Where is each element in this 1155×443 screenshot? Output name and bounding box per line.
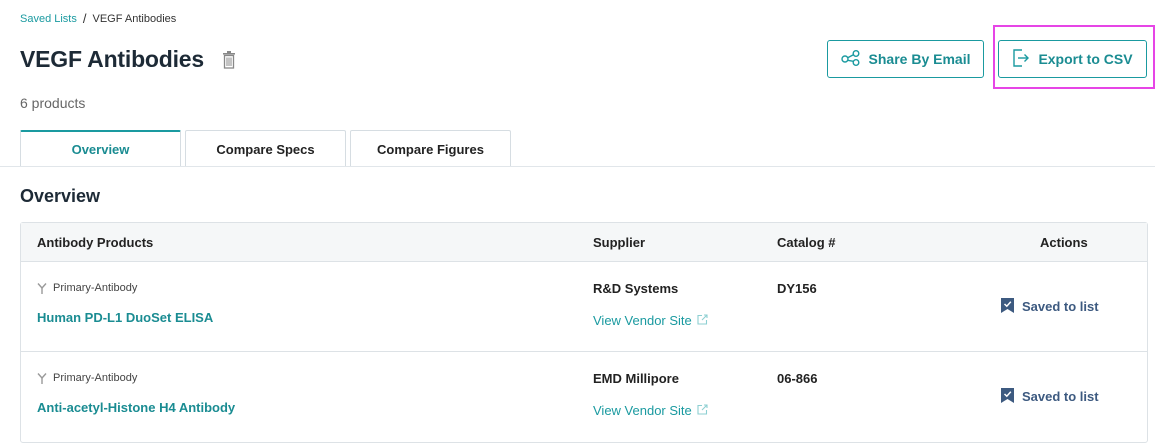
product-link[interactable]: Human PD-L1 DuoSet ELISA <box>37 310 213 325</box>
share-icon <box>840 49 861 69</box>
saved-to-list-button[interactable]: Saved to list <box>1001 297 1099 316</box>
antibody-icon <box>37 372 47 384</box>
breadcrumb-separator: / <box>82 11 87 26</box>
share-by-email-button[interactable]: Share By Email <box>827 40 984 78</box>
share-by-email-label: Share By Email <box>868 51 971 67</box>
highlight-box <box>993 25 1155 89</box>
page-title: VEGF Antibodies <box>20 46 204 72</box>
header-actions: Actions <box>1040 235 1088 250</box>
view-vendor-site-link[interactable]: View Vendor Site <box>593 313 708 328</box>
saved-to-list-button[interactable]: Saved to list <box>1001 387 1099 406</box>
catalog-number: DY156 <box>777 281 817 296</box>
products-table: Antibody Products Supplier Catalog # Act… <box>20 222 1148 443</box>
saved-to-list-label: Saved to list <box>1022 389 1099 404</box>
breadcrumb-current: VEGF Antibodies <box>92 12 177 25</box>
tab-compare-specs[interactable]: Compare Specs <box>185 130 346 167</box>
supplier-name: R&D Systems <box>593 281 679 296</box>
table-header: Antibody Products Supplier Catalog # Act… <box>21 223 1147 262</box>
table-row: Primary-Antibody Human PD-L1 DuoSet ELIS… <box>21 262 1147 352</box>
view-vendor-site-label: View Vendor Site <box>593 313 692 328</box>
catalog-number: 06-866 <box>777 371 818 386</box>
table-row: Primary-Antibody Anti-acetyl-Histone H4 … <box>21 352 1147 442</box>
tab-overview[interactable]: Overview <box>20 130 181 167</box>
tab-divider <box>0 166 1155 167</box>
supplier-name: EMD Millipore <box>593 371 679 386</box>
breadcrumb-saved-lists-link[interactable]: Saved Lists <box>20 13 77 25</box>
product-type: Primary-Antibody <box>37 282 137 294</box>
breadcrumb: Saved Lists / VEGF Antibodies <box>20 11 176 26</box>
title-row: VEGF Antibodies <box>20 46 236 73</box>
product-type-label: Primary-Antibody <box>53 282 138 294</box>
view-vendor-site-link[interactable]: View Vendor Site <box>593 403 708 418</box>
header-antibody-products: Antibody Products <box>37 235 154 250</box>
view-vendor-site-label: View Vendor Site <box>593 403 692 418</box>
bookmark-check-icon <box>1001 297 1014 316</box>
external-link-icon <box>697 313 708 328</box>
tab-compare-figures[interactable]: Compare Figures <box>350 130 511 167</box>
product-link[interactable]: Anti-acetyl-Histone H4 Antibody <box>37 400 235 415</box>
section-title: Overview <box>20 186 101 206</box>
product-type-label: Primary-Antibody <box>53 372 138 384</box>
trash-icon[interactable] <box>222 50 236 69</box>
antibody-icon <box>37 282 47 294</box>
saved-to-list-label: Saved to list <box>1022 299 1099 314</box>
bookmark-check-icon <box>1001 387 1014 406</box>
header-supplier: Supplier <box>593 235 646 250</box>
product-type: Primary-Antibody <box>37 372 137 384</box>
tab-bar: Overview Compare Specs Compare Figures <box>20 130 511 167</box>
external-link-icon <box>697 403 708 418</box>
product-count: 6 products <box>20 95 86 111</box>
header-catalog: Catalog # <box>777 235 836 250</box>
